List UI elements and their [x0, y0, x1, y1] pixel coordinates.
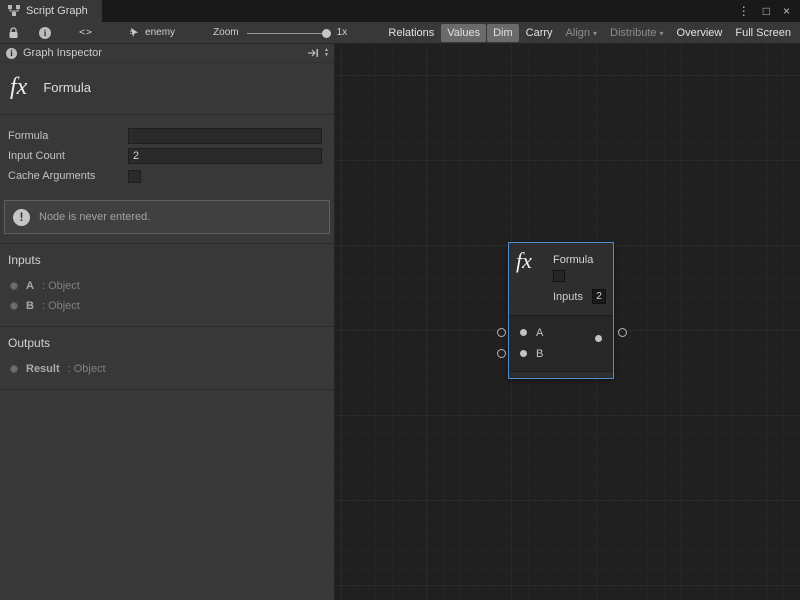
port-type: : Object [42, 280, 80, 292]
graph-toolbar: i <> enemy Zoom 1x Relations Values Dim … [0, 22, 800, 44]
full-screen-button[interactable]: Full Screen [729, 24, 797, 42]
distribute-dropdown[interactable]: Distribute ▾ [604, 24, 669, 42]
list-item-output-result: Result : Object [8, 359, 326, 379]
input-port-b[interactable] [520, 350, 527, 357]
port-row-b: B [509, 343, 613, 364]
node-title: Formula [553, 254, 593, 266]
main-area: i Graph Inspector ▲ ▼ fx Formula [0, 44, 800, 600]
tab-script-graph[interactable]: Script Graph [0, 0, 102, 22]
node-ports-area: A B [509, 315, 613, 372]
graph-inspector-header: i Graph Inspector ▲ ▼ [0, 44, 334, 63]
port-name: Result [26, 363, 60, 375]
formula-fx-icon: fx [10, 74, 27, 101]
zoom-label: Zoom [213, 27, 239, 38]
input-port-a[interactable] [520, 329, 527, 336]
cursor-icon [129, 27, 140, 38]
port-type: : Object [42, 300, 80, 312]
script-graph-icon [8, 5, 20, 17]
window-controls: ⋮ □ × [738, 0, 800, 22]
warning-banner: ! Node is never entered. [4, 200, 330, 234]
dim-button[interactable]: Dim [487, 24, 519, 42]
graph-inspector-panel: i Graph Inspector ▲ ▼ fx Formula [0, 44, 335, 600]
align-label: Align [566, 27, 590, 39]
graph-target[interactable]: enemy [129, 27, 175, 38]
graph-canvas[interactable]: fx Formula Inputs 2 A B [335, 44, 800, 600]
info-icon[interactable]: i [39, 27, 51, 39]
maximize-icon[interactable]: □ [763, 4, 770, 18]
node-inputs-label: Inputs [553, 291, 583, 303]
zoom-value: 1x [337, 27, 348, 38]
relations-button[interactable]: Relations [382, 24, 440, 42]
zoom-slider[interactable] [247, 26, 331, 40]
warning-icon: ! [13, 209, 30, 226]
port-dot-icon [10, 365, 18, 373]
list-item-input-b: B : Object [8, 296, 326, 316]
inspected-node-title-row: fx Formula [0, 63, 334, 114]
formula-field-label: Formula [8, 130, 128, 142]
toolbar-buttons: Relations Values Dim Carry Align▾ Distri… [382, 24, 800, 42]
formula-fx-icon: fx [516, 248, 532, 274]
port-dot-icon [10, 282, 18, 290]
target-label: enemy [145, 27, 175, 38]
inputs-header: Inputs [8, 253, 326, 267]
warning-text: Node is never entered. [39, 211, 150, 223]
outputs-section: Outputs Result : Object [0, 326, 334, 390]
scroll-down-icon[interactable]: ▼ [324, 53, 329, 58]
overview-button[interactable]: Overview [671, 24, 729, 42]
port-row-a: A [509, 322, 613, 343]
inspector-header-controls: ▲ ▼ [307, 48, 329, 58]
node-formula-checkbox[interactable] [553, 270, 565, 282]
align-dropdown[interactable]: Align▾ [560, 24, 603, 42]
inspector-fields: Formula Input Count Cache Arguments [0, 115, 334, 190]
values-button[interactable]: Values [441, 24, 486, 42]
formula-node[interactable]: fx Formula Inputs 2 A B [508, 242, 614, 379]
input-count-field-row: Input Count [8, 146, 322, 166]
carry-button[interactable]: Carry [520, 24, 559, 42]
chevron-down-icon: ▾ [593, 29, 597, 38]
zoom-slider-track [247, 33, 331, 34]
input-count-field-label: Input Count [8, 150, 128, 162]
outputs-header: Outputs [8, 336, 326, 350]
distribute-label: Distribute [610, 27, 656, 39]
dock-panel-icon[interactable] [307, 48, 319, 58]
port-name: B [26, 300, 34, 312]
external-port-b[interactable] [497, 349, 506, 358]
cache-arguments-label: Cache Arguments [8, 170, 128, 182]
inputs-section: Inputs A : Object B : Object [0, 243, 334, 326]
code-icon[interactable]: <> [79, 27, 93, 38]
graph-inspector-title: Graph Inspector [23, 47, 102, 59]
formula-input[interactable] [128, 128, 322, 144]
tab-bar: Script Graph ⋮ □ × [0, 0, 800, 22]
port-b-label: B [536, 348, 543, 360]
node-inputs-count-field[interactable]: 2 [592, 289, 606, 304]
info-icon: i [6, 48, 17, 59]
input-count-input[interactable] [128, 148, 322, 164]
window-menu-icon[interactable]: ⋮ [738, 4, 750, 18]
output-port-result[interactable] [595, 335, 602, 342]
port-a-label: A [536, 327, 543, 339]
formula-field-row: Formula [8, 126, 322, 146]
list-item-input-a: A : Object [8, 276, 326, 296]
port-name: A [26, 280, 34, 292]
external-port-result[interactable] [618, 328, 627, 337]
port-type: : Object [68, 363, 106, 375]
tab-title: Script Graph [26, 5, 88, 17]
chevron-down-icon: ▾ [660, 29, 664, 38]
external-port-a[interactable] [497, 328, 506, 337]
port-dot-icon [10, 302, 18, 310]
cache-arguments-checkbox[interactable] [128, 170, 141, 183]
inspected-node-title: Formula [43, 80, 91, 95]
lock-icon[interactable] [8, 27, 19, 39]
script-graph-window: Script Graph ⋮ □ × i <> enemy Zoom 1x Re… [0, 0, 800, 600]
close-icon[interactable]: × [783, 4, 790, 18]
panel-scroll-buttons[interactable]: ▲ ▼ [324, 48, 329, 58]
zoom-slider-knob[interactable] [322, 29, 331, 38]
cache-arguments-field-row: Cache Arguments [8, 166, 322, 186]
